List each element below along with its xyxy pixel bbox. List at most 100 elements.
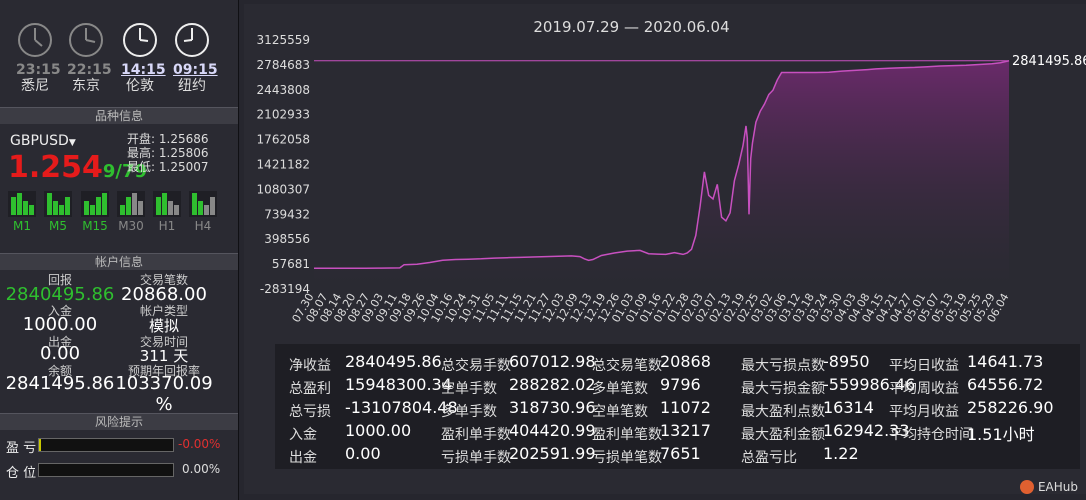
timeframe-label: M30 — [118, 219, 144, 233]
profit-label: 盈 亏 — [6, 441, 37, 456]
stat-value: 258226.90 — [967, 398, 1054, 417]
stat-value: 11072 — [660, 398, 711, 417]
last-value-label: 2841495.86 — [1012, 54, 1086, 69]
timeframe-bar — [168, 201, 173, 215]
clock-sydney: 23:15 悉尼 — [16, 22, 61, 94]
position-value: 0.00% — [182, 462, 221, 476]
y-tick-label: 2784683 — [257, 58, 310, 72]
stat-label: 出金 — [289, 450, 317, 466]
y-tick-label: 739432 — [264, 207, 310, 221]
timeframe-m1[interactable]: M1 — [8, 191, 36, 233]
timeframe-bar — [102, 193, 107, 215]
chevron-down-icon: ▼ — [68, 138, 76, 148]
symbol-label: GBPUSD — [10, 133, 69, 149]
stat-label: 最大亏损金额 — [741, 381, 825, 397]
y-tick-label: 2102933 — [257, 108, 310, 122]
stat-label: 总交易手数 — [441, 358, 511, 374]
annual-return-value: 103370.09 % — [115, 373, 213, 415]
stat-label: 平均持仓时间 — [889, 427, 973, 443]
section-instrument-info: 品种信息 — [0, 107, 238, 124]
clock-city: 悉尼 — [21, 78, 49, 94]
timeframe-m30[interactable]: M30 — [117, 191, 145, 233]
stat-value: 404420.99 — [509, 421, 596, 440]
timeframe-bar — [162, 193, 167, 215]
stat-value: 14641.73 — [967, 352, 1044, 371]
high-row: 最高: 1.25806 — [127, 146, 209, 160]
timeframe-bar — [90, 205, 95, 215]
timeframe-bar — [174, 205, 179, 215]
clock-london: 14:15 伦敦 — [121, 22, 166, 94]
timeframe-bars — [117, 191, 145, 217]
stat-label: 总交易笔数 — [592, 358, 662, 374]
timeframe-bar — [11, 197, 16, 215]
timeframe-bar — [126, 197, 131, 215]
stat-label: 最大盈利点数 — [741, 404, 825, 420]
withdraw-value: 0.00 — [39, 343, 81, 364]
y-tick-label: 1421182 — [257, 158, 310, 172]
balance-value: 2841495.86 — [5, 373, 115, 394]
low-value: 1.25007 — [158, 160, 209, 174]
stat-value: 318730.96 — [509, 398, 596, 417]
profit-bar-fill — [39, 439, 41, 451]
clock-city: 纽约 — [178, 78, 206, 94]
left-panel: 23:15 悉尼 22:15 东京 14:15 伦敦 09:15 纽约 品种信息… — [0, 0, 239, 500]
timeframe-bar — [53, 201, 58, 215]
stat-value: 202591.99 — [509, 444, 596, 463]
timeframe-h1[interactable]: H1 — [153, 191, 181, 233]
stat-label: 平均月收益 — [889, 404, 959, 420]
timeframe-bars — [153, 191, 181, 217]
stat-value: 9796 — [660, 375, 701, 394]
clock-newyork: 09:15 纽约 — [173, 22, 218, 94]
timeframe-label: H1 — [158, 219, 176, 233]
stat-value: 20868 — [660, 352, 711, 371]
position-bar — [38, 463, 174, 477]
profit-bar — [38, 438, 174, 452]
open-row: 开盘: 1.25686 — [127, 132, 209, 146]
stat-label: 盈利单笔数 — [592, 427, 662, 443]
timeframe-m5[interactable]: M5 — [44, 191, 72, 233]
high-label: 最高: — [127, 146, 156, 160]
y-tick-label: 2443808 — [257, 83, 310, 97]
stat-label: 总盈亏比 — [741, 450, 797, 466]
stat-label: 亏损单手数 — [441, 450, 511, 466]
y-tick-label: 1080307 — [257, 182, 310, 196]
profit-value: -0.00% — [178, 437, 221, 451]
clock-icon — [18, 23, 52, 57]
clock-city: 伦敦 — [126, 78, 154, 94]
timeframe-bar — [156, 197, 161, 215]
stat-value: 1000.00 — [345, 421, 412, 440]
stat-value: 1.51小时 — [967, 425, 1035, 444]
clock-city: 东京 — [72, 78, 100, 94]
ohl-block: 开盘: 1.25686 最高: 1.25806 最低: 1.25007 — [127, 132, 209, 174]
brand-logo-icon — [1020, 480, 1035, 494]
timeframe-bar — [23, 201, 28, 215]
stat-label: 盈利单手数 — [441, 427, 511, 443]
timeframe-bar — [132, 193, 137, 215]
low-label: 最低: — [127, 160, 156, 174]
deposit-value: 1000.00 — [22, 314, 98, 335]
timeframe-bar — [120, 205, 125, 215]
symbol-selector[interactable]: GBPUSD▼ — [10, 133, 76, 149]
timeframe-bars — [81, 191, 109, 217]
timeframe-label: M1 — [13, 219, 31, 233]
clock-tokyo: 22:15 东京 — [67, 22, 112, 94]
stat-value: 2840495.86 — [345, 352, 442, 371]
timeframe-bar — [210, 197, 215, 215]
section-account-info: 帐户信息 — [0, 253, 238, 270]
timeframe-h4[interactable]: H4 — [189, 191, 217, 233]
stat-value: 13217 — [660, 421, 711, 440]
timeframe-bars — [44, 191, 72, 217]
stat-value: 16314 — [823, 398, 874, 417]
stat-label: 平均周收益 — [889, 381, 959, 397]
stat-label: 最大盈利金额 — [741, 427, 825, 443]
timeframe-bar — [138, 201, 143, 215]
open-value: 1.25686 — [158, 132, 209, 146]
high-value: 1.25806 — [158, 146, 209, 160]
timeframe-label: M5 — [49, 219, 67, 233]
stat-label: 净收益 — [289, 358, 331, 374]
stat-label: 最大亏损点数 — [741, 358, 825, 374]
timeframe-m15[interactable]: M15 — [81, 191, 109, 233]
stat-label: 空单笔数 — [592, 404, 648, 420]
timeframe-label: H4 — [194, 219, 212, 233]
stat-value: 64556.72 — [967, 375, 1044, 394]
